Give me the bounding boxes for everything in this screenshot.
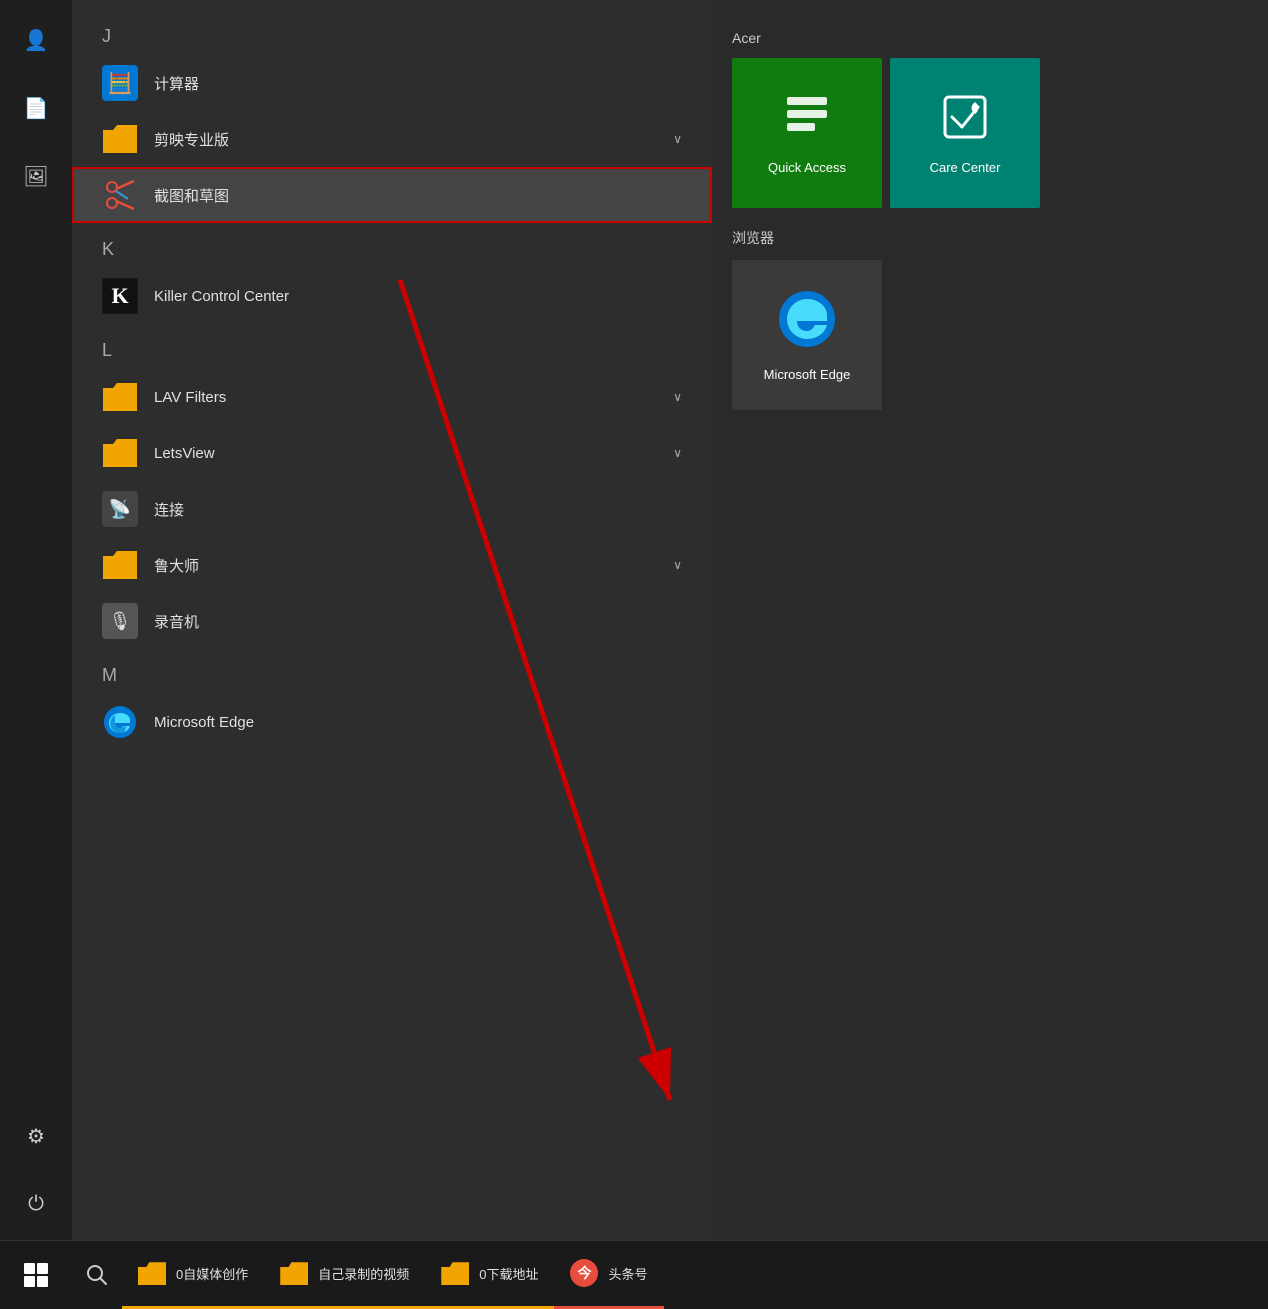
snip-sketch-item[interactable]: 截图和草图 bbox=[72, 167, 712, 223]
chevron-down-icon: ∨ bbox=[673, 446, 682, 460]
browser-tiles-row: Microsoft Edge bbox=[732, 260, 1248, 410]
browser-section-label: 浏览器 bbox=[732, 228, 1248, 248]
user-icon[interactable]: 👤 bbox=[16, 20, 56, 60]
list-item[interactable]: LAV Filters ∨ bbox=[72, 369, 712, 425]
chevron-down-icon: ∨ bbox=[673, 390, 682, 404]
app-label: 连接 bbox=[154, 499, 184, 520]
section-m: M bbox=[72, 649, 712, 694]
taskbar-item-label: 0下载地址 bbox=[479, 1264, 538, 1283]
start-button[interactable] bbox=[0, 1241, 72, 1309]
app-label: LAV Filters bbox=[154, 389, 226, 406]
list-item[interactable]: 鲁大师 ∨ bbox=[72, 537, 712, 593]
svg-text:K: K bbox=[111, 283, 128, 308]
chevron-down-icon: ∨ bbox=[673, 132, 682, 146]
calculator-icon: 🧮 bbox=[102, 65, 138, 101]
search-button[interactable] bbox=[72, 1241, 122, 1309]
folder-icon bbox=[102, 121, 138, 157]
app-label: Microsoft Edge bbox=[154, 714, 254, 731]
list-item[interactable]: Microsoft Edge bbox=[72, 694, 712, 750]
killer-icon: K bbox=[102, 278, 138, 314]
sidebar: 👤 📄 🖼 ⚙ ⏻ bbox=[0, 0, 72, 1240]
care-center-tile[interactable]: Care Center bbox=[890, 58, 1040, 208]
windows-logo-icon bbox=[24, 1263, 48, 1287]
acer-tiles-row: Quick Access Care Center bbox=[732, 58, 1248, 208]
recorder-icon: 🎙 bbox=[102, 603, 138, 639]
taskbar-item-toutiao[interactable]: 今 头条号 bbox=[554, 1241, 663, 1309]
taskbar-item-label: 头条号 bbox=[608, 1264, 647, 1283]
tile-label: Care Center bbox=[930, 160, 1001, 175]
folder-icon bbox=[138, 1261, 166, 1285]
quick-access-tile[interactable]: Quick Access bbox=[732, 58, 882, 208]
edge-tile[interactable]: Microsoft Edge bbox=[732, 260, 882, 410]
app-label: LetsView bbox=[154, 445, 215, 462]
tile-label: Quick Access bbox=[768, 160, 846, 175]
app-label: 录音机 bbox=[154, 611, 199, 632]
app-label: Killer Control Center bbox=[154, 288, 289, 305]
folder-icon bbox=[102, 379, 138, 415]
section-k: K bbox=[72, 223, 712, 268]
app-label: 鲁大师 bbox=[154, 555, 199, 576]
edge-tile-icon bbox=[777, 289, 837, 359]
app-list: J 🧮 计算器 剪映专业版 ∨ bbox=[72, 0, 712, 1240]
app-label: 剪映专业版 bbox=[154, 129, 229, 150]
document-icon[interactable]: 📄 bbox=[16, 88, 56, 128]
taskbar-item-downloads[interactable]: 0下载地址 bbox=[425, 1241, 554, 1309]
settings-icon[interactable]: ⚙ bbox=[16, 1116, 56, 1156]
section-j: J bbox=[72, 10, 712, 55]
taskbar-item-media[interactable]: 0自媒体创作 bbox=[122, 1241, 264, 1309]
list-item[interactable]: LetsView ∨ bbox=[72, 425, 712, 481]
folder-icon bbox=[102, 435, 138, 471]
connect-icon: 📡 bbox=[102, 491, 138, 527]
folder-icon bbox=[441, 1261, 469, 1285]
acer-section-label: Acer bbox=[732, 30, 1248, 46]
list-item[interactable]: 📡 连接 bbox=[72, 481, 712, 537]
folder-icon bbox=[102, 547, 138, 583]
taskbar-item-videos[interactable]: 自己录制的视频 bbox=[264, 1241, 425, 1309]
tiles-area: Acer Quick Access bbox=[712, 0, 1268, 1240]
chevron-down-icon: ∨ bbox=[673, 558, 682, 572]
snip-sketch-icon bbox=[102, 177, 138, 213]
taskbar-item-label: 0自媒体创作 bbox=[176, 1264, 248, 1283]
list-item[interactable]: K Killer Control Center bbox=[72, 268, 712, 324]
care-center-icon bbox=[940, 92, 990, 152]
list-item[interactable]: 剪映专业版 ∨ bbox=[72, 111, 712, 167]
taskbar-item-label: 自己录制的视频 bbox=[318, 1264, 409, 1283]
app-label: 计算器 bbox=[154, 73, 199, 94]
list-item[interactable]: 🧮 计算器 bbox=[72, 55, 712, 111]
tile-label: Microsoft Edge bbox=[764, 367, 851, 382]
power-icon[interactable]: ⏻ bbox=[16, 1184, 56, 1224]
folder-icon bbox=[280, 1261, 308, 1285]
start-menu: 👤 📄 🖼 ⚙ ⏻ J 🧮 计算器 剪映专业版 ∨ bbox=[0, 0, 1268, 1240]
toutiao-icon: 今 bbox=[570, 1259, 598, 1287]
taskbar: 0自媒体创作 自己录制的视频 0下载地址 今 头条号 bbox=[0, 1240, 1268, 1308]
list-item[interactable]: 🎙 录音机 bbox=[72, 593, 712, 649]
quick-access-icon bbox=[782, 92, 832, 152]
pictures-icon[interactable]: 🖼 bbox=[16, 156, 56, 196]
section-l: L bbox=[72, 324, 712, 369]
edge-icon bbox=[102, 704, 138, 740]
app-label: 截图和草图 bbox=[154, 185, 229, 206]
